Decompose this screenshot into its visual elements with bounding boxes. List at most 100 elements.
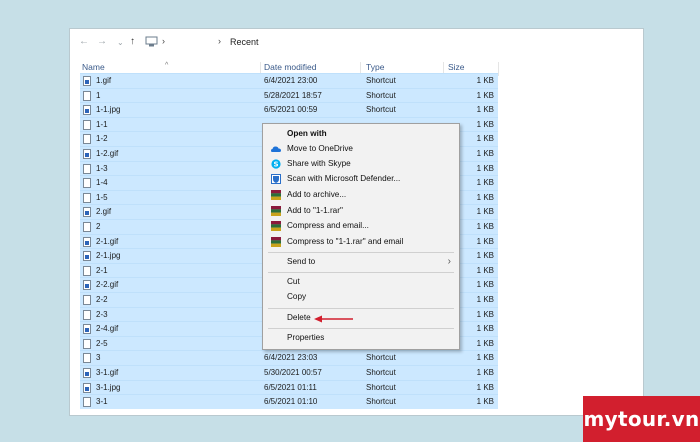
file-name: 1 xyxy=(96,90,101,100)
file-name: 2-5 xyxy=(96,338,108,348)
menu-item-scan-defender[interactable]: Scan with Microsoft Defender... xyxy=(263,172,459,187)
file-size: 1 KB xyxy=(476,397,494,407)
file-row[interactable]: 3-1 6/5/2021 01:10 Shortcut 1 KB xyxy=(80,394,498,409)
winrar-icon xyxy=(271,221,281,231)
brand-logo: mytour.vn xyxy=(583,396,700,442)
document-file-icon xyxy=(83,338,91,349)
file-name: 2-2.gif xyxy=(96,280,119,290)
file-row[interactable]: 1-1.jpg 6/5/2021 00:59 Shortcut 1 KB xyxy=(80,102,498,117)
menu-item-compress-and-email[interactable]: Compress and email... xyxy=(263,219,459,234)
back-icon[interactable]: ← xyxy=(79,36,89,47)
menu-item-label: Copy xyxy=(287,292,307,301)
breadcrumb-separator[interactable]: › xyxy=(162,36,165,46)
file-name: 1-3 xyxy=(96,163,108,173)
winrar-icon xyxy=(271,237,281,247)
file-name: 2-2 xyxy=(96,295,108,304)
file-type: Shortcut xyxy=(366,90,396,100)
file-row[interactable]: 1 5/28/2021 18:57 Shortcut 1 KB xyxy=(80,87,498,103)
document-file-icon xyxy=(83,309,91,320)
document-file-icon xyxy=(83,134,91,145)
document-file-icon xyxy=(83,295,91,305)
forward-icon[interactable]: → xyxy=(97,36,107,47)
image-file-icon xyxy=(83,207,91,218)
menu-item-delete[interactable]: Delete xyxy=(263,311,459,326)
file-type: Shortcut xyxy=(366,353,396,363)
file-date: 6/4/2021 23:00 xyxy=(264,76,318,85)
recent-folder-icon xyxy=(145,36,158,47)
file-name: 1-5 xyxy=(96,192,108,202)
file-row[interactable]: 1.gif 6/4/2021 23:00 Shortcut 1 KB xyxy=(80,73,498,88)
winrar-icon xyxy=(271,190,281,200)
svg-text:S: S xyxy=(273,161,278,169)
column-size[interactable]: Size xyxy=(448,62,465,72)
image-file-icon xyxy=(83,76,91,86)
file-date: 6/5/2021 00:59 xyxy=(264,105,318,115)
defender-shield-icon xyxy=(271,174,281,184)
menu-item-share-with-skype[interactable]: S Share with Skype xyxy=(263,157,459,172)
menu-separator xyxy=(268,252,454,253)
file-type: Shortcut xyxy=(366,76,396,85)
file-name: 2-4.gif xyxy=(96,324,119,334)
image-file-icon xyxy=(83,236,91,247)
menu-item-label: Compress to "1-1.rar" and email xyxy=(287,237,404,246)
column-type[interactable]: Type xyxy=(366,62,384,72)
file-type: Shortcut xyxy=(366,382,396,392)
file-size: 1 KB xyxy=(476,368,494,377)
document-file-icon xyxy=(83,265,91,276)
document-file-icon xyxy=(83,119,91,130)
menu-item-add-to-rar[interactable]: Add to "1-1.rar" xyxy=(263,204,459,219)
menu-item-open-with[interactable]: Open with xyxy=(263,127,459,142)
file-type: Shortcut xyxy=(366,368,396,377)
breadcrumb-recent[interactable]: Recent xyxy=(230,37,259,47)
column-name[interactable]: Name xyxy=(82,62,105,72)
red-arrow-annotation-icon xyxy=(314,315,353,323)
image-file-icon xyxy=(83,251,91,262)
file-row[interactable]: 3-1.gif 5/30/2021 00:57 Shortcut 1 KB xyxy=(80,365,498,380)
file-row[interactable]: 3-1.jpg 6/5/2021 01:11 Shortcut 1 KB xyxy=(80,379,498,395)
file-type: Shortcut xyxy=(366,105,396,115)
file-name: 2-3 xyxy=(96,309,108,319)
breadcrumb-separator[interactable]: › xyxy=(218,36,221,46)
context-menu: Open with Move to OneDrive S Share with … xyxy=(262,123,460,350)
file-name: 1-1 xyxy=(96,119,108,129)
menu-item-move-to-onedrive[interactable]: Move to OneDrive xyxy=(263,142,459,157)
menu-item-label: Scan with Microsoft Defender... xyxy=(287,174,401,183)
file-size: 1 KB xyxy=(476,105,494,115)
column-date-modified[interactable]: Date modified xyxy=(264,62,316,72)
file-name: 1-2 xyxy=(96,134,108,144)
file-name: 3-1 xyxy=(96,397,108,407)
onedrive-cloud-icon xyxy=(271,146,281,152)
menu-item-copy[interactable]: Copy xyxy=(263,290,459,305)
file-size: 1 KB xyxy=(476,90,494,100)
file-size: 1 KB xyxy=(476,353,494,363)
up-arrow-icon[interactable]: ↑ xyxy=(130,36,135,47)
skype-icon: S xyxy=(271,159,281,169)
menu-item-send-to[interactable]: Send to › xyxy=(263,255,459,270)
file-row[interactable]: 3 6/4/2021 23:03 Shortcut 1 KB xyxy=(80,350,498,365)
menu-item-properties[interactable]: Properties xyxy=(263,331,459,346)
file-date: 6/4/2021 23:03 xyxy=(264,353,318,363)
menu-item-label: Compress and email... xyxy=(287,221,369,230)
document-file-icon xyxy=(83,353,91,364)
file-type: Shortcut xyxy=(366,397,396,407)
menu-item-label: Cut xyxy=(287,277,300,286)
image-file-icon xyxy=(83,149,91,159)
image-file-icon xyxy=(83,324,91,335)
menu-item-label: Share with Skype xyxy=(287,159,351,168)
image-file-icon xyxy=(83,105,91,116)
sort-ascending-icon: ^ xyxy=(165,62,169,69)
winrar-icon xyxy=(271,206,281,216)
column-divider[interactable] xyxy=(498,62,499,76)
file-name: 3-1.gif xyxy=(96,368,119,377)
address-bar: ← → ⌄ ↑ › › Recent xyxy=(70,29,643,57)
menu-item-compress-rar-and-email[interactable]: Compress to "1-1.rar" and email xyxy=(263,235,459,250)
menu-item-label: Add to archive... xyxy=(287,190,347,199)
file-name: 1-1.jpg xyxy=(96,105,121,115)
menu-separator xyxy=(268,308,454,309)
chevron-down-icon[interactable]: ⌄ xyxy=(117,38,124,47)
image-file-icon xyxy=(83,280,91,291)
file-name: 1-4 xyxy=(96,178,108,188)
file-date: 5/30/2021 00:57 xyxy=(264,368,322,377)
menu-item-add-to-archive[interactable]: Add to archive... xyxy=(263,188,459,203)
menu-item-cut[interactable]: Cut xyxy=(263,275,459,290)
